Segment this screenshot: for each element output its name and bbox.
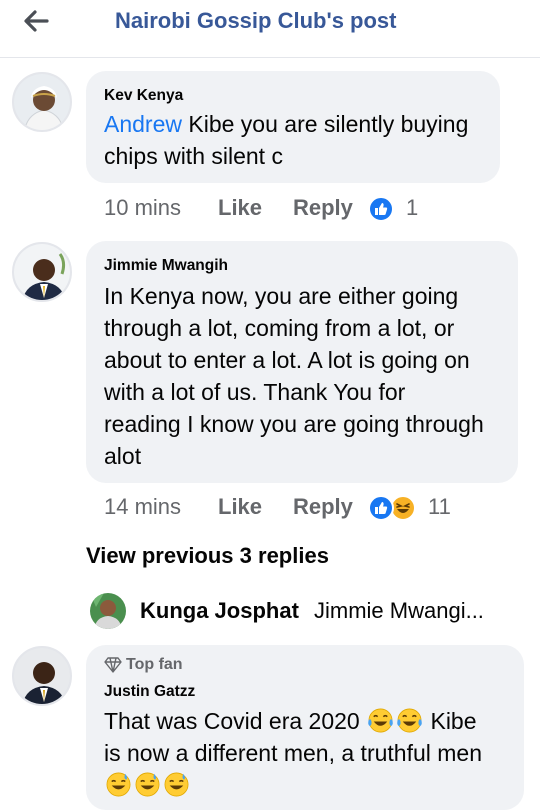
reaction-count[interactable]: 1 — [406, 195, 418, 221]
comment-text: Andrew Kibe you are silently buying chip… — [104, 108, 494, 172]
reply-button[interactable]: Reply — [293, 494, 353, 520]
comment-text-part: That was Covid era 2020 — [104, 708, 360, 734]
tears-of-joy-emoji-icon — [397, 708, 422, 733]
comment-text: That was Covid era 2020 Kibe is now a di… — [104, 705, 519, 801]
avatar-kev-kenya[interactable] — [12, 72, 72, 132]
comment-author[interactable]: Kev Kenya — [104, 87, 183, 105]
arrow-left-icon — [24, 10, 49, 32]
comment-timestamp: 10 mins — [104, 195, 182, 220]
top-fan-label: Top fan — [126, 656, 183, 673]
avatar-justin-gatzz[interactable] — [12, 646, 72, 706]
comment-text-line: reading I know you are going through — [104, 411, 484, 437]
reply-preview-text[interactable]: Jimmie Mwangi... — [314, 598, 484, 624]
reply-author[interactable]: Kunga Josphat — [140, 598, 299, 624]
comment-text-line: alot — [104, 443, 142, 469]
comment-author[interactable]: Justin Gatzz — [104, 683, 195, 701]
like-button[interactable]: Like — [218, 195, 262, 221]
mention-link[interactable]: Andrew — [104, 111, 182, 137]
comment-text-part: chips with silent c — [104, 143, 283, 169]
comment-text-line: with a lot of us. Thank You for — [104, 379, 406, 405]
grinning-sweat-emoji-icon — [106, 772, 131, 797]
reaction-count[interactable]: 11 — [428, 494, 451, 520]
diamond-icon — [104, 657, 122, 673]
tears-of-joy-emoji-icon — [368, 708, 393, 733]
comment-text-line: through a lot, coming from a lot, or — [104, 315, 455, 341]
comment-text-line: about to enter a lot. A lot is going on — [104, 347, 470, 373]
comment-timestamp: 14 mins — [104, 494, 182, 519]
reply-button[interactable]: Reply — [293, 195, 353, 221]
view-previous-replies-link[interactable]: View previous 3 replies — [86, 543, 329, 569]
post-header: Nairobi Gossip Club's post — [0, 0, 540, 58]
page-title: Nairobi Gossip Club's post — [115, 8, 397, 33]
comment-text-line: In Kenya now, you are either going — [104, 283, 459, 309]
comment-author[interactable]: Jimmie Mwangih — [104, 257, 228, 275]
like-button[interactable]: Like — [218, 494, 262, 520]
comment-text-part: is now a different men, a truthful men — [104, 740, 482, 766]
grinning-sweat-emoji-icon — [135, 772, 160, 797]
top-fan-badge: Top fan — [104, 656, 183, 674]
grinning-sweat-emoji-icon — [164, 772, 189, 797]
back-button[interactable] — [18, 6, 54, 36]
avatar-kunga-josphat[interactable] — [90, 593, 126, 629]
avatar-jimmie-mwangih[interactable] — [12, 242, 72, 302]
like-reaction-icon[interactable] — [368, 495, 394, 521]
like-reaction-icon[interactable] — [368, 196, 394, 222]
comment-text-part: Kibe you are silently buying — [181, 111, 469, 137]
comment-text: In Kenya now, you are either going throu… — [104, 280, 514, 472]
comment-text-part: Kibe — [430, 708, 477, 734]
